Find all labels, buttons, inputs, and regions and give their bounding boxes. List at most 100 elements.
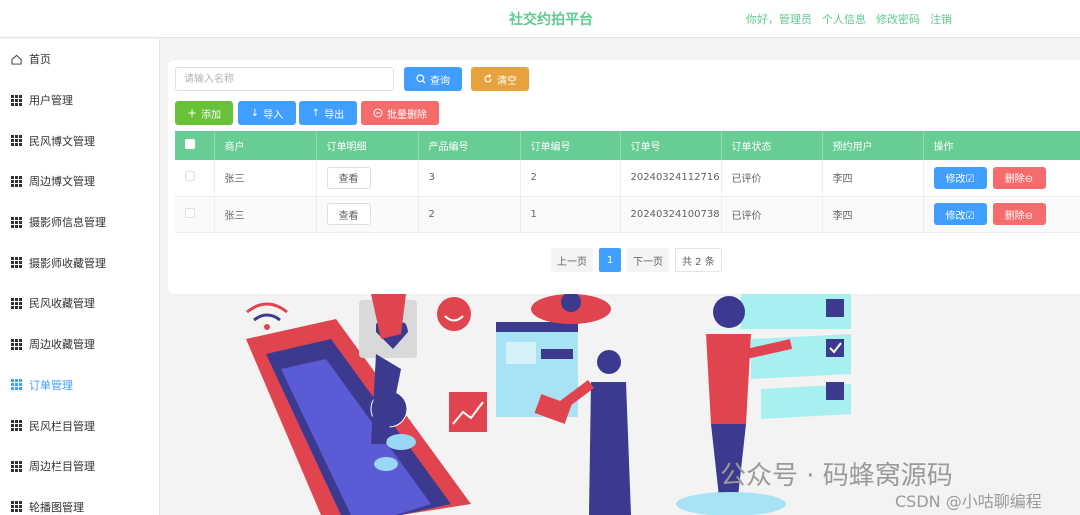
watermark-text: 公众号 · 码蜂窝源码 bbox=[720, 461, 953, 491]
row-checkbox[interactable] bbox=[185, 207, 195, 218]
column-header: 订单编号 bbox=[520, 131, 621, 160]
sidebar-item-nearby-posts[interactable]: 周边博文管理 bbox=[0, 161, 159, 202]
merchant-cell: 张三 bbox=[214, 196, 317, 233]
column-header: 订单号 bbox=[620, 131, 722, 160]
sidebar-item-nearby-fav[interactable]: 周边收藏管理 bbox=[0, 324, 159, 365]
actions-cell: 修改☑ 删除⊖ bbox=[923, 160, 1080, 197]
column-header: 预约用户 bbox=[822, 131, 924, 160]
page-number-current[interactable]: 1 bbox=[599, 248, 621, 272]
grid-icon bbox=[11, 460, 22, 472]
next-page-button[interactable]: 下一页 bbox=[627, 248, 669, 272]
edit-icon: ☑ bbox=[965, 210, 975, 222]
watermark-credit: CSDN @小咕聊编程 bbox=[895, 492, 1042, 511]
change-password-link[interactable]: 修改密码 bbox=[876, 11, 920, 27]
grid-icon bbox=[11, 135, 22, 147]
arrow-down-icon: ↓ bbox=[250, 107, 260, 119]
logout-link[interactable]: 注销 bbox=[930, 11, 952, 27]
merchant-cell: 张三 bbox=[214, 160, 317, 197]
select-all-cell[interactable] bbox=[175, 131, 215, 160]
sidebar-item-label: 周边博文管理 bbox=[29, 175, 95, 189]
sidebar-item-orders[interactable]: 订单管理 bbox=[0, 365, 159, 406]
export-label: 导出 bbox=[324, 109, 345, 121]
search-input[interactable] bbox=[175, 67, 394, 91]
edit-label: 修改 bbox=[945, 174, 966, 186]
sidebar-item-folk-posts[interactable]: 民风博文管理 bbox=[0, 120, 159, 161]
sidebar-item-folk-fav[interactable]: 民风收藏管理 bbox=[0, 283, 159, 324]
actions-cell: 修改☑ 删除⊖ bbox=[923, 196, 1080, 233]
sidebar-item-photographer-fav[interactable]: 摄影师收藏管理 bbox=[0, 242, 159, 283]
profile-link[interactable]: 个人信息 bbox=[822, 11, 866, 27]
batch-delete-label: 批量删除 bbox=[387, 109, 427, 121]
edit-label: 修改 bbox=[945, 210, 966, 222]
minus-circle-icon: ⊖ bbox=[1024, 174, 1034, 186]
view-detail-button[interactable]: 查看 bbox=[326, 166, 371, 189]
row-select-cell[interactable] bbox=[175, 160, 215, 197]
clear-button[interactable]: 清空 bbox=[471, 67, 529, 91]
row-select-cell[interactable] bbox=[175, 196, 215, 233]
grid-icon bbox=[11, 94, 22, 106]
minus-circle-icon bbox=[373, 108, 383, 118]
pagination: 上一页 1 下一页 共 2 条 bbox=[551, 248, 722, 272]
import-button[interactable]: ↓ 导入 bbox=[238, 101, 296, 125]
sidebar-item-nearby-columns[interactable]: 周边栏目管理 bbox=[0, 446, 159, 487]
sidebar-item-label: 周边收藏管理 bbox=[29, 338, 95, 352]
view-detail-button[interactable]: 查看 bbox=[326, 203, 371, 225]
plus-icon: + bbox=[186, 106, 198, 120]
grid-icon bbox=[11, 257, 22, 269]
status-cell: 已评价 bbox=[721, 160, 823, 197]
row-checkbox[interactable] bbox=[185, 171, 195, 182]
sidebar-item-home[interactable]: 首页 bbox=[0, 39, 159, 80]
column-header: 订单状态 bbox=[721, 131, 823, 160]
select-all-checkbox[interactable] bbox=[185, 139, 195, 149]
sidebar-item-label: 订单管理 bbox=[29, 378, 73, 392]
sidebar-item-users[interactable]: 用户管理 bbox=[0, 80, 159, 121]
search-icon bbox=[416, 74, 426, 84]
sidebar-item-label: 民风收藏管理 bbox=[29, 297, 95, 311]
sidebar-item-photographer-info[interactable]: 摄影师信息管理 bbox=[0, 202, 159, 243]
top-header: 社交约拍平台 你好，管理员 个人信息 修改密码 注销 bbox=[0, 0, 1080, 38]
batch-delete-button[interactable]: 批量删除 bbox=[361, 101, 439, 125]
phone-illustration bbox=[246, 319, 471, 515]
query-label: 查询 bbox=[430, 75, 450, 87]
order-no-cell: 2 bbox=[520, 160, 621, 197]
product-no-cell: 3 bbox=[418, 160, 521, 197]
grid-icon bbox=[11, 338, 22, 350]
add-button[interactable]: + 添加 bbox=[175, 101, 233, 125]
main-content: 查询 清空 + 添加 ↓ 导入 ↑ 导出 批量删除 bbox=[161, 39, 1080, 515]
user-cell: 李四 bbox=[822, 160, 924, 197]
edit-button[interactable]: 修改☑ bbox=[933, 203, 987, 225]
content-panel: 查询 清空 + 添加 ↓ 导入 ↑ 导出 批量删除 bbox=[168, 60, 1080, 294]
sidebar-item-folk-columns[interactable]: 民风栏目管理 bbox=[0, 405, 159, 446]
sidebar-item-label: 轮播图管理 bbox=[29, 500, 84, 514]
detail-cell: 查看 bbox=[316, 160, 419, 197]
sidebar: 首页 用户管理 民风博文管理 周边博文管理 摄影师信息管理 摄影师收藏管理 民风… bbox=[0, 39, 160, 515]
grid-icon bbox=[11, 501, 22, 513]
column-header: 商户 bbox=[214, 131, 317, 160]
sidebar-item-label: 首页 bbox=[29, 53, 51, 67]
orders-table: 商户 订单明细 产品编号 订单编号 订单号 订单状态 预约用户 操作 张三 查看… bbox=[175, 131, 1080, 233]
column-header: 订单明细 bbox=[316, 131, 419, 160]
edit-button[interactable]: 修改☑ bbox=[933, 166, 987, 189]
greeting-text: 你好，管理员 bbox=[746, 13, 812, 26]
refresh-icon bbox=[484, 74, 492, 83]
order-id-cell: 20240324100738 bbox=[620, 196, 722, 233]
sidebar-item-label: 用户管理 bbox=[29, 94, 73, 108]
prev-page-button[interactable]: 上一页 bbox=[551, 248, 593, 272]
delete-button[interactable]: 删除⊖ bbox=[992, 203, 1046, 225]
minus-circle-icon: ⊖ bbox=[1024, 210, 1034, 222]
grid-icon bbox=[11, 297, 22, 309]
grid-icon bbox=[11, 379, 22, 391]
delete-label: 删除 bbox=[1004, 210, 1025, 222]
product-no-cell: 2 bbox=[418, 196, 521, 233]
order-id-cell: 20240324112716 bbox=[620, 160, 722, 197]
add-label: 添加 bbox=[201, 109, 222, 121]
sidebar-item-carousel[interactable]: 轮播图管理 bbox=[0, 487, 159, 515]
header-links: 你好，管理员 个人信息 修改密码 注销 bbox=[746, 11, 952, 27]
column-header: 操作 bbox=[923, 131, 1080, 160]
delete-button[interactable]: 删除⊖ bbox=[992, 166, 1046, 189]
home-icon bbox=[11, 54, 22, 65]
export-button[interactable]: ↑ 导出 bbox=[299, 101, 357, 125]
query-button[interactable]: 查询 bbox=[404, 67, 462, 91]
sidebar-item-label: 民风博文管理 bbox=[29, 134, 95, 148]
site-title: 社交约拍平台 bbox=[509, 12, 593, 28]
